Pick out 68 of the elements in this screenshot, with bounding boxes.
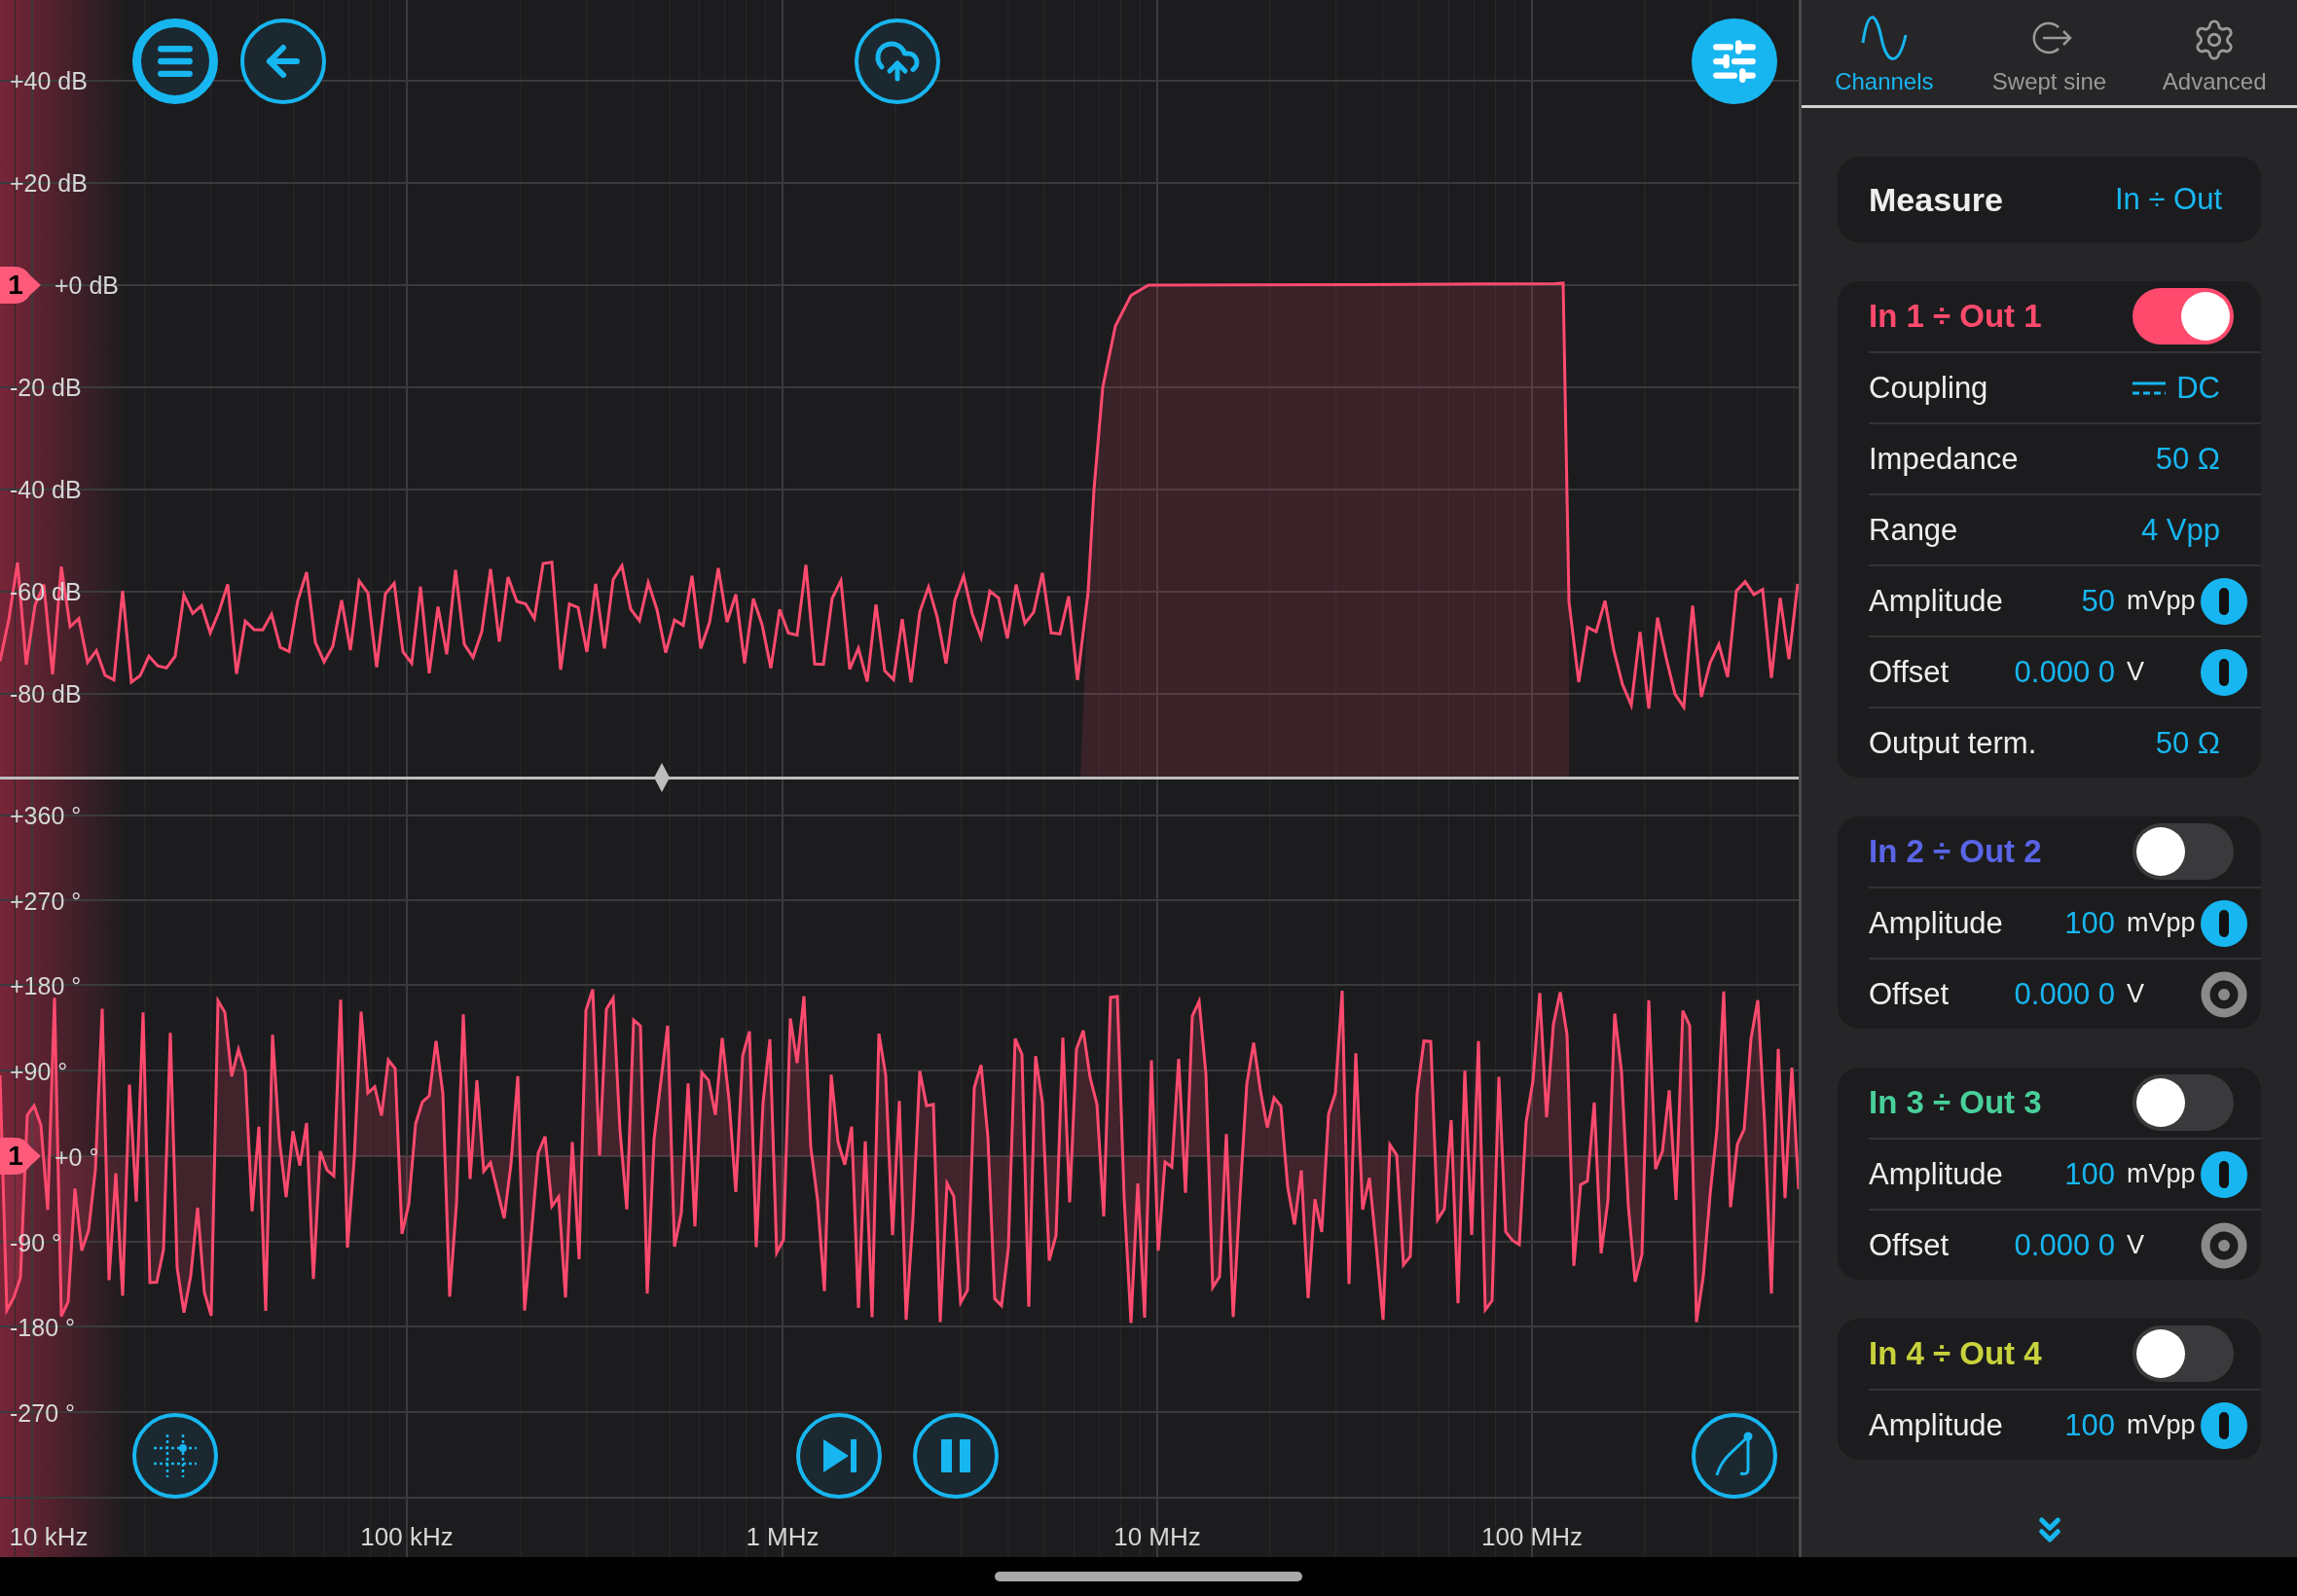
trace-marker[interactable]: 1: [0, 1138, 41, 1175]
unit-label: V: [2126, 657, 2145, 687]
setting-label: Impedance: [1869, 441, 2020, 477]
unit-label: mVpp: [2126, 1410, 2195, 1440]
panel-tab[interactable]: Channels: [1802, 0, 1967, 105]
setting-label: Coupling: [1869, 370, 1989, 406]
measure-value[interactable]: In ÷ Out: [2114, 182, 2222, 217]
setting-value[interactable]: 50 Ω: [2155, 441, 2220, 477]
setting-value[interactable]: 50: [2081, 583, 2115, 619]
knob-icon[interactable]: [2201, 1150, 2247, 1198]
setting-value[interactable]: 100: [2064, 1407, 2115, 1443]
setting-label: Amplitude: [1869, 1156, 2004, 1192]
axis-label: 10 MHz: [1113, 1521, 1201, 1552]
axis-label: -20 dB: [10, 373, 82, 402]
setting-value[interactable]: 0.000 0: [2014, 1227, 2115, 1263]
channel-title: In 3 ÷ Out 3: [1869, 1084, 2042, 1121]
trace-marker[interactable]: 1: [0, 267, 41, 304]
setting-label: Output term.: [1869, 725, 2038, 761]
setting-label: Offset: [1869, 654, 1951, 690]
axis-label: -270 °: [10, 1398, 75, 1428]
unit-label: V: [2126, 1230, 2145, 1260]
knob-icon[interactable]: [2201, 1401, 2247, 1449]
sine-wave-icon: [1859, 14, 1909, 62]
setting-value[interactable]: DC: [2176, 370, 2220, 406]
unit-label: mVpp: [2126, 908, 2195, 938]
channel-toggle[interactable]: [2133, 288, 2234, 345]
setting-label: Amplitude: [1869, 583, 2004, 619]
knob-icon[interactable]: [2201, 899, 2247, 947]
axis-label: +20 dB: [10, 168, 88, 198]
axis-label: 1 MHz: [746, 1521, 820, 1552]
knob-icon[interactable]: [2201, 577, 2247, 625]
unit-label: V: [2126, 979, 2145, 1009]
setting-value[interactable]: 50 Ω: [2155, 725, 2220, 761]
axis-label: +270 °: [10, 887, 82, 916]
panel-tab[interactable]: Advanced: [2132, 0, 2297, 105]
axis-label: -40 dB: [10, 475, 82, 504]
setting-value[interactable]: 100: [2064, 905, 2115, 941]
setting-value[interactable]: 0.000 0: [2014, 654, 2115, 690]
axis-label: 10 kHz: [9, 1521, 89, 1552]
unit-label: mVpp: [2126, 1159, 2195, 1189]
axis-label: 100 kHz: [360, 1521, 454, 1552]
knob-icon[interactable]: [2201, 1221, 2247, 1269]
knob-icon[interactable]: [2201, 970, 2247, 1018]
channel-title: In 1 ÷ Out 1: [1869, 298, 2042, 335]
setting-label: Offset: [1869, 1227, 1951, 1263]
setting-value[interactable]: 4 Vpp: [2141, 512, 2220, 548]
setting-label: Amplitude: [1869, 905, 2004, 941]
axis-label: 100 MHz: [1481, 1521, 1583, 1552]
knob-icon[interactable]: [2201, 648, 2247, 696]
setting-label: Range: [1869, 512, 1959, 548]
measure-label: Measure: [1869, 180, 2003, 219]
axis-label: +0 dB: [55, 271, 120, 300]
channel-title: In 2 ÷ Out 2: [1869, 833, 2042, 870]
axis-label: +90 °: [10, 1057, 68, 1086]
axis-label: -80 dB: [10, 679, 82, 708]
axis-label: +40 dB: [10, 66, 88, 95]
channel-title: In 4 ÷ Out 4: [1869, 1335, 2042, 1372]
sliders-icon: [1710, 37, 1759, 86]
axis-label: -180 °: [10, 1313, 75, 1342]
setting-label: Amplitude: [1869, 1407, 2004, 1443]
setting-value[interactable]: 0.000 0: [2014, 976, 2115, 1012]
panel-tab[interactable]: Swept sine: [1966, 0, 2133, 105]
setting-value[interactable]: 100: [2064, 1156, 2115, 1192]
unit-label: mVpp: [2126, 586, 2195, 616]
setting-label: Offset: [1869, 976, 1951, 1012]
axis-label: +360 °: [10, 801, 82, 830]
axis-label: +180 °: [10, 971, 82, 1000]
measure-card[interactable]: Measure In ÷ Out: [1838, 157, 2261, 242]
